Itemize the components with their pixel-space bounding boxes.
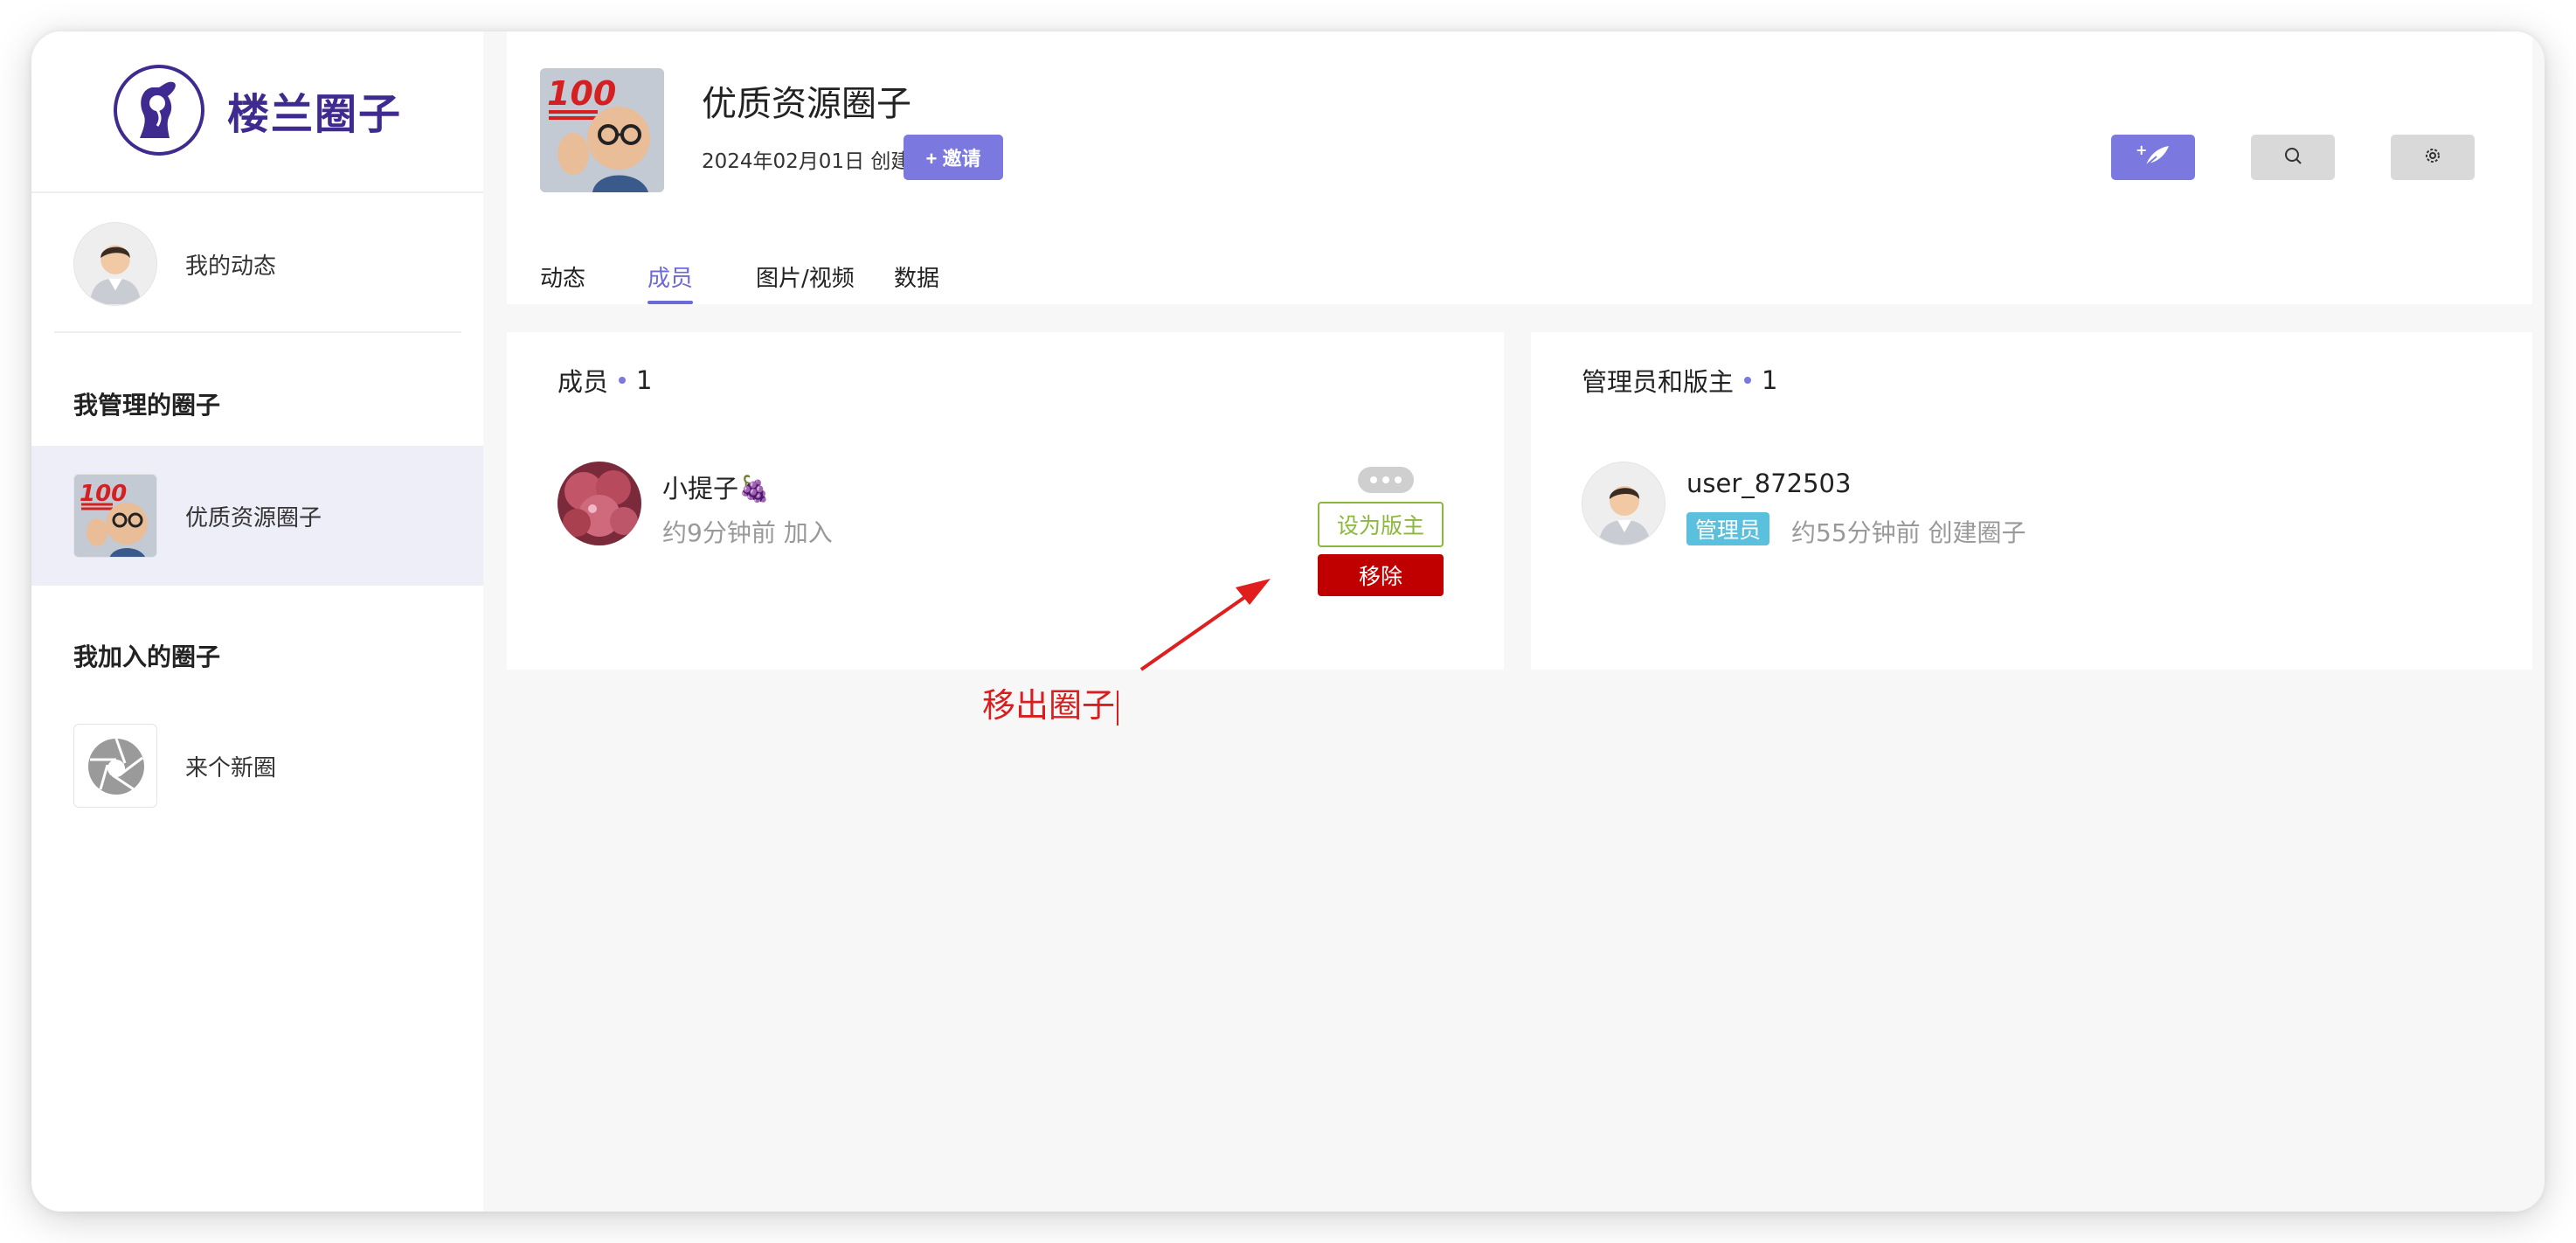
user-avatar	[73, 222, 157, 306]
divider	[54, 331, 461, 333]
sidebar-item-my-feed[interactable]: 我的动态	[31, 194, 483, 334]
search-icon	[2282, 145, 2303, 170]
admins-panel: 管理员和版主 1 user_872503 管理员 约55分钟前 创建圈子	[1531, 332, 2532, 670]
set-moderator-button[interactable]: 设为版主	[1318, 502, 1444, 547]
panel-title-text: 管理员和版主	[1582, 367, 1735, 397]
brand-name: 楼兰圈子	[227, 90, 403, 139]
admin-created-time: 约55分钟前 创建圈子	[1791, 518, 2026, 547]
tab-label: 成员	[647, 266, 694, 292]
search-button[interactable]	[2251, 135, 2335, 180]
circle-header: 100 优质资源圈子 2024年02月01日 创建 + 邀请 + 动态 成员 图…	[507, 31, 2532, 304]
remove-member-button[interactable]: 移除	[1318, 554, 1444, 596]
annotation-text: 移出圈子	[982, 686, 1116, 725]
sidebar-item-label: 我的动态	[185, 253, 277, 280]
divider	[31, 191, 483, 193]
annotation-label: 移出圈子	[982, 678, 1119, 726]
brand-logo-icon	[114, 65, 204, 156]
circle-thumbnail	[73, 724, 157, 808]
member-count: 1	[636, 365, 653, 395]
app-window: 楼兰圈子 我的动态 我管理的圈子 100 优质资源圈子 我加入的圈子 来个新圈 …	[31, 31, 2545, 1212]
members-panel: 成员 1 小提子🍇 约9分钟前 加入 设为版主 移除	[507, 332, 1504, 670]
new-post-button[interactable]: +	[2111, 135, 2195, 180]
admins-panel-title: 管理员和版主 1	[1582, 362, 1777, 399]
gear-icon	[2422, 145, 2443, 170]
sidebar-item-managed-circle[interactable]: 100 优质资源圈子	[31, 446, 483, 586]
svg-text:+: +	[2136, 142, 2147, 158]
svg-text:100: 100	[547, 74, 616, 113]
tab-data[interactable]: 数据	[894, 260, 939, 293]
tab-media[interactable]: 图片/视频	[756, 260, 855, 293]
dot-separator	[1744, 377, 1752, 384]
member-avatar[interactable]	[557, 462, 641, 545]
dot-separator	[619, 377, 627, 384]
admin-name: user_872503	[1686, 469, 1852, 498]
more-dot-icon	[1395, 476, 1402, 483]
panel-title-text: 成员	[557, 367, 609, 397]
managed-circles-heading: 我管理的圈子	[73, 391, 221, 420]
joined-circles-heading: 我加入的圈子	[73, 642, 221, 671]
admin-count: 1	[1762, 365, 1778, 395]
sidebar: 楼兰圈子 我的动态 我管理的圈子 100 优质资源圈子 我加入的圈子 来个新圈	[31, 31, 483, 1212]
tab-feed[interactable]: 动态	[540, 260, 585, 293]
settings-button[interactable]	[2391, 135, 2475, 180]
members-panel-title: 成员 1	[557, 362, 652, 399]
active-tab-indicator	[647, 301, 694, 304]
sidebar-item-joined-circle[interactable]: 来个新圈	[31, 696, 483, 836]
member-name: 小提子🍇	[662, 474, 771, 503]
tab-members[interactable]: 成员	[647, 260, 694, 304]
circle-cover-image: 100	[540, 68, 664, 192]
created-date: 2024年02月01日 创建	[702, 150, 911, 173]
more-dot-icon	[1370, 476, 1377, 483]
post-icon: +	[2136, 142, 2171, 172]
more-options-button[interactable]	[1358, 467, 1414, 493]
sidebar-item-label: 来个新圈	[185, 754, 277, 781]
circle-title: 优质资源圈子	[702, 84, 911, 124]
brand[interactable]: 楼兰圈子	[114, 61, 402, 159]
member-joined-time: 约9分钟前 加入	[662, 518, 833, 547]
text-cursor	[1117, 690, 1119, 726]
sidebar-item-label: 优质资源圈子	[185, 504, 322, 531]
more-dot-icon	[1382, 476, 1389, 483]
admin-badge: 管理员	[1686, 512, 1770, 545]
invite-button[interactable]: + 邀请	[904, 135, 1003, 180]
circle-thumbnail: 100	[73, 474, 157, 558]
admin-avatar[interactable]	[1582, 462, 1665, 545]
